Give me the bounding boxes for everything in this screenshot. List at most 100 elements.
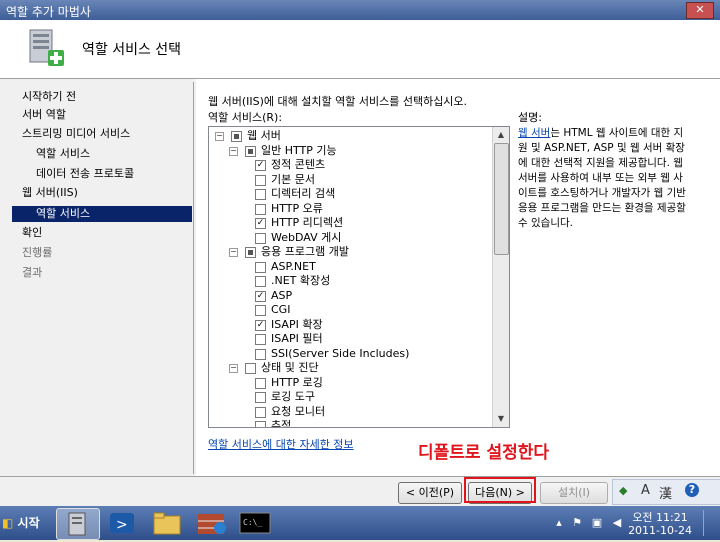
role-checkbox[interactable] xyxy=(245,363,256,374)
clock[interactable]: 오전 11:21 2011-10-24 xyxy=(628,511,692,537)
role-checkbox[interactable] xyxy=(231,131,242,142)
scroll-up-icon[interactable]: ▲ xyxy=(493,127,509,143)
title-bar[interactable]: 역할 추가 마법사 ✕ xyxy=(0,0,720,20)
nav-item-data-transfer-protocol[interactable]: 데이터 전송 프로토콜 xyxy=(36,166,134,182)
collapse-icon[interactable]: − xyxy=(229,364,238,373)
tree-item-label: CGI xyxy=(271,303,291,316)
more-info-link[interactable]: 역할 서비스에 대한 자세한 정보 xyxy=(208,436,354,452)
scroll-thumb[interactable] xyxy=(494,143,509,255)
role-checkbox[interactable] xyxy=(255,174,266,186)
install-button: 설치(I) xyxy=(540,482,608,504)
role-checkbox[interactable] xyxy=(255,421,266,427)
role-services-tree[interactable]: ▲ ▼ − 웹 서버 − 일반 HTTP 기능 ✓ 정적 콘텐츠 기본 문서 디렉터리 검색 H… xyxy=(208,126,510,428)
collapse-icon[interactable]: − xyxy=(229,248,238,257)
flag-icon[interactable]: ⚑ xyxy=(570,516,584,530)
taskbar-firewall[interactable] xyxy=(190,508,232,538)
ime-mode-hanja[interactable]: 漢 xyxy=(659,483,672,502)
window-title: 역할 추가 마법사 xyxy=(6,5,91,19)
taskbar: ◧ 시작 > C:\_ ▴ ⚑ ▣ ◀ 오전 11:21 2011-10-24 xyxy=(0,506,720,540)
scroll-down-icon[interactable]: ▼ xyxy=(493,411,509,427)
close-button[interactable]: ✕ xyxy=(686,2,714,19)
next-button-highlight xyxy=(464,477,536,503)
tree-item-label: .NET 확장성 xyxy=(271,274,331,287)
role-checkbox[interactable] xyxy=(255,232,266,244)
show-desktop-button[interactable] xyxy=(703,510,718,536)
role-checkbox[interactable] xyxy=(255,189,266,200)
server-add-icon xyxy=(29,29,64,66)
help-icon[interactable]: ? xyxy=(685,483,699,497)
language-bar[interactable]: ◆ A 漢 ? xyxy=(612,479,720,505)
tree-item-label: 기본 문서 xyxy=(271,172,315,186)
taskbar-cmd[interactable]: C:\_ xyxy=(234,508,276,538)
tree-item-label: 상태 및 진단 xyxy=(261,361,319,374)
tree-item-label: HTTP 로깅 xyxy=(271,375,323,389)
volume-icon[interactable]: ◀ xyxy=(610,516,624,530)
role-checkbox[interactable] xyxy=(255,261,266,273)
powershell-icon: > xyxy=(110,513,134,533)
tree-item-label: HTTP 오류 xyxy=(271,201,323,215)
nav-item-before-you-begin[interactable]: 시작하기 전 xyxy=(22,89,76,105)
tree-item-label: 디렉터리 검색 xyxy=(271,187,336,200)
tree-item-label: ASP xyxy=(271,288,293,302)
tree-item-label: ISAPI 필터 xyxy=(271,332,323,345)
taskbar-server-manager[interactable] xyxy=(56,508,100,540)
collapse-icon[interactable]: − xyxy=(229,146,238,156)
tree-item-label: ASP.NET xyxy=(271,259,316,273)
nav-item-results: 결과 xyxy=(22,266,43,279)
web-server-link[interactable]: 웹 서버 xyxy=(518,127,550,139)
previous-button[interactable]: < 이전(P) xyxy=(398,482,462,504)
description-label: 설명: xyxy=(518,111,542,124)
role-checkbox[interactable] xyxy=(255,348,266,360)
tree-item-label: HTTP 리디렉션 xyxy=(271,216,344,229)
nav-item-web-server-iis[interactable]: 웹 서버(IIS) xyxy=(22,185,78,201)
role-checkbox[interactable] xyxy=(255,406,266,418)
nav-item-streaming-role-services[interactable]: 역할 서비스 xyxy=(36,146,90,162)
nav-item-streaming-media[interactable]: 스트리밍 미디어 서비스 xyxy=(22,126,130,142)
tree-item-label: 응용 프로그램 개발 xyxy=(261,245,349,258)
taskbar-explorer[interactable] xyxy=(146,508,188,538)
svg-text:>: > xyxy=(116,517,128,533)
main-content: 웹 서버(IIS)에 대해 설치할 역할 서비스를 선택하십시오. 역할 서비스… xyxy=(196,79,720,476)
role-checkbox[interactable]: ✓ xyxy=(255,290,266,302)
role-checkbox[interactable] xyxy=(255,377,266,389)
nav-item-server-roles[interactable]: 서버 역할 xyxy=(22,107,66,123)
tree-item-label: SSI(Server Side Includes) xyxy=(271,346,410,360)
network-icon[interactable]: ▣ xyxy=(590,516,604,530)
wizard-header: 역할 서비스 선택 xyxy=(0,20,720,79)
tree-item-label: 추적 xyxy=(271,419,292,428)
annotation-text: 디폴트로 설정한다 xyxy=(418,443,550,463)
page-title: 역할 서비스 선택 xyxy=(82,42,182,58)
intro-text: 웹 서버(IIS)에 대해 설치할 역할 서비스를 선택하십시오. xyxy=(208,95,468,108)
role-checkbox[interactable] xyxy=(245,247,256,258)
role-checkbox[interactable]: ✓ xyxy=(255,218,266,229)
role-checkbox[interactable] xyxy=(255,203,266,215)
tray-expand-icon[interactable]: ▴ xyxy=(552,516,566,530)
role-checkbox[interactable] xyxy=(255,305,266,316)
tree-item-label: ISAPI 확장 xyxy=(271,317,323,331)
system-tray: ▴ ⚑ ▣ ◀ 오전 11:21 2011-10-24 xyxy=(548,508,720,538)
command-prompt-icon: C:\_ xyxy=(239,512,271,534)
server-manager-icon xyxy=(68,512,86,536)
nav-item-iis-role-services[interactable]: 역할 서비스 xyxy=(12,206,192,222)
ime-icon[interactable]: ◆ xyxy=(619,484,627,497)
role-checkbox[interactable] xyxy=(255,276,266,287)
wizard-nav: 시작하기 전 서버 역할 스트리밍 미디어 서비스 역할 서비스 데이터 전송 … xyxy=(0,79,196,476)
nav-divider xyxy=(193,82,194,474)
ime-mode-a[interactable]: A xyxy=(641,483,650,498)
start-button[interactable]: ◧ 시작 xyxy=(2,512,48,534)
nav-item-confirmation[interactable]: 확인 xyxy=(22,225,42,241)
role-checkbox[interactable]: ✓ xyxy=(255,160,266,171)
tree-item-label: 로깅 도구 xyxy=(271,390,315,403)
role-checkbox[interactable] xyxy=(245,145,256,157)
nav-item-progress: 진행률 xyxy=(22,246,53,259)
taskbar-powershell[interactable]: > xyxy=(102,508,144,538)
role-checkbox[interactable] xyxy=(255,334,266,345)
description-text: 웹 서버는 HTML 웹 사이트에 대한 지원 및 ASP.NET, ASP 및… xyxy=(518,127,686,229)
collapse-icon[interactable]: − xyxy=(215,132,224,141)
tree-scrollbar[interactable]: ▲ ▼ xyxy=(492,127,509,427)
tree-item-label: 일반 HTTP 기능 xyxy=(261,143,337,157)
folder-icon xyxy=(153,512,181,535)
role-checkbox[interactable] xyxy=(255,392,266,403)
wizard-window: 역할 추가 마법사 ✕ 역할 서비스 선택 시작하기 전 서버 역할 스트리밍 … xyxy=(0,0,720,507)
role-checkbox[interactable]: ✓ xyxy=(255,319,266,331)
